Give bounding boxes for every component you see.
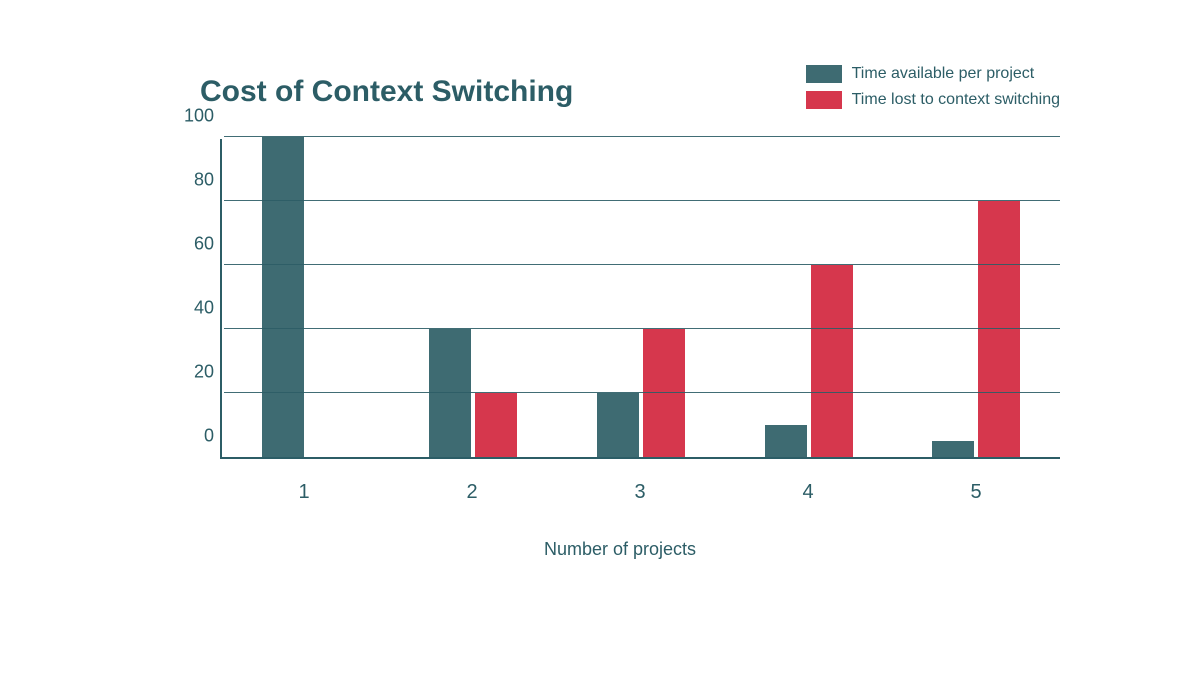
y-tick-label: 0: [182, 426, 214, 447]
bar: [765, 425, 807, 457]
y-tick-label: 100: [182, 106, 214, 127]
y-tick-label: 20: [182, 362, 214, 383]
gridline: [224, 200, 1060, 201]
gridline: [224, 328, 1060, 329]
chart-header: Cost of Context Switching Time available…: [140, 75, 1060, 109]
x-tick-label: 4: [763, 463, 853, 503]
legend-label-0: Time available per project: [852, 65, 1035, 83]
gridline: [224, 136, 1060, 137]
bar-group: [764, 265, 854, 457]
x-tick-label: 5: [931, 463, 1021, 503]
x-tick-label: 2: [427, 463, 517, 503]
x-tick-label: 1: [259, 463, 349, 503]
chart-title: Cost of Context Switching: [200, 75, 806, 109]
bar: [475, 393, 517, 457]
legend-item-series-0: Time available per project: [806, 65, 1060, 83]
bar-groups: [222, 139, 1060, 457]
chart-container: Cost of Context Switching Time available…: [140, 75, 1060, 560]
legend-swatch-1: [806, 91, 842, 109]
gridline: [224, 392, 1060, 393]
legend-item-series-1: Time lost to context switching: [806, 91, 1060, 109]
y-tick-label: 60: [182, 234, 214, 255]
bar-group: [428, 329, 518, 457]
bar: [643, 329, 685, 457]
bar: [811, 265, 853, 457]
bar: [932, 441, 974, 457]
legend-label-1: Time lost to context switching: [852, 91, 1060, 109]
y-tick-label: 80: [182, 170, 214, 191]
bar: [262, 137, 304, 457]
bar: [429, 329, 471, 457]
bar-group: [596, 329, 686, 457]
x-axis-title: Number of projects: [180, 539, 1060, 560]
plot-area: 020406080100: [220, 139, 1060, 459]
bar-group: [261, 137, 351, 457]
x-axis-labels: 1 2 3 4 5: [220, 463, 1060, 503]
bar: [978, 201, 1020, 457]
bar-group: [931, 201, 1021, 457]
legend-swatch-0: [806, 65, 842, 83]
chart-legend: Time available per project Time lost to …: [806, 65, 1060, 109]
bar: [597, 393, 639, 457]
x-tick-label: 3: [595, 463, 685, 503]
plot: 020406080100 12345: [180, 139, 1060, 499]
y-tick-label: 40: [182, 298, 214, 319]
gridline: [224, 264, 1060, 265]
